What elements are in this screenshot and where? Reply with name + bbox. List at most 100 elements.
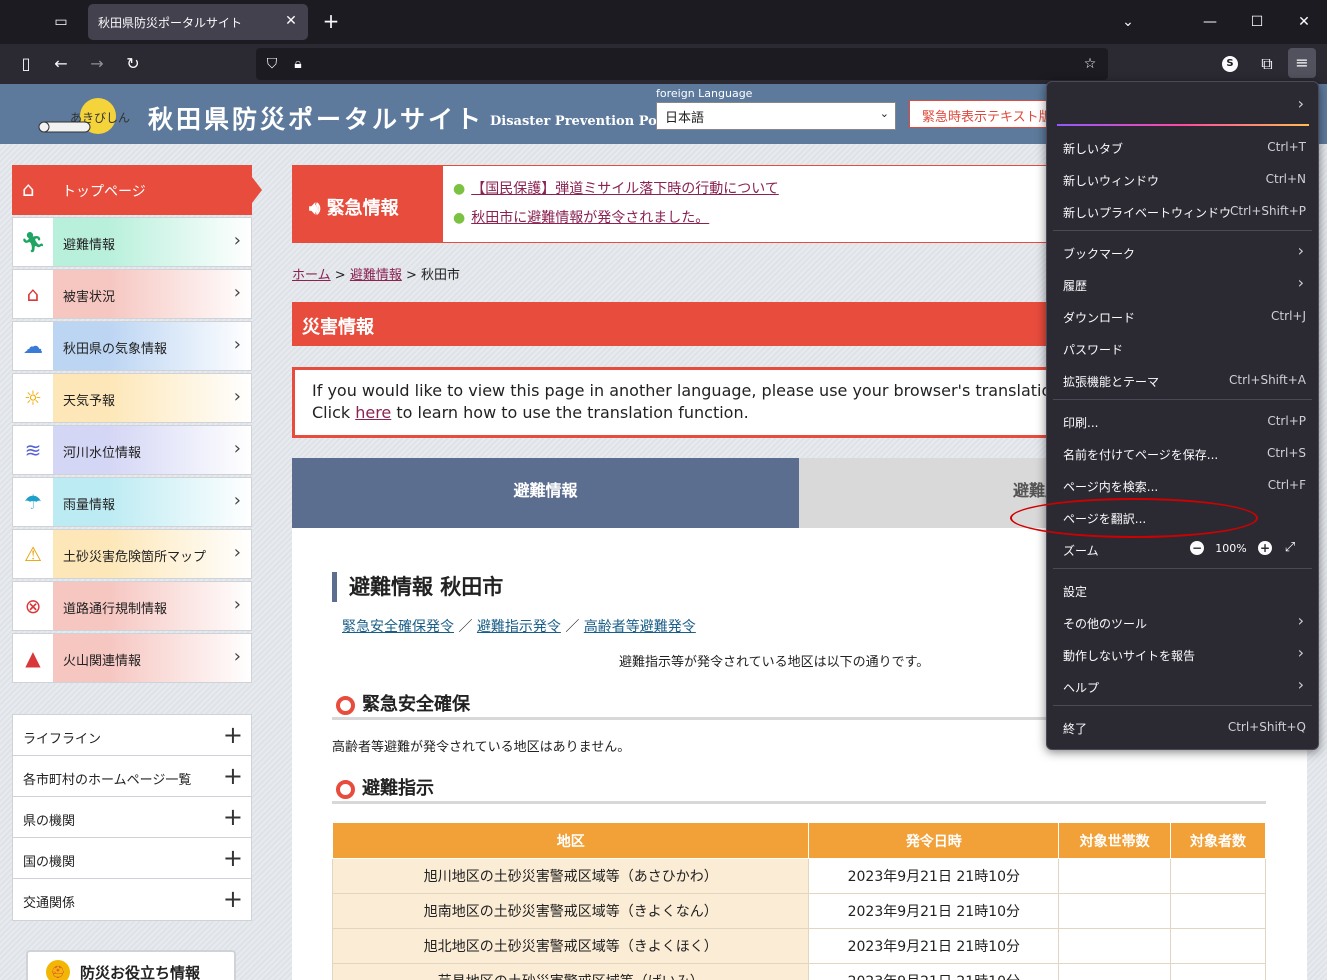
new-tab-icon[interactable]: + (320, 10, 342, 32)
menu-save-page[interactable]: 名前を付けてページを保存... Ctrl+S (1053, 438, 1312, 468)
language-select[interactable]: 日本語 ⌄ (656, 102, 896, 130)
useful-info-banner[interactable]: ⛑ 防災お役立ち情報 (26, 950, 236, 980)
chevron-right-icon: › (233, 594, 241, 615)
lock-icon[interactable]: 🔒︎ (288, 54, 308, 74)
menu-help[interactable]: ヘルプ › (1053, 671, 1312, 701)
sidebar-item-damage[interactable]: ⌂ 被害状況 › (12, 269, 252, 319)
menu-addons[interactable]: 拡張機能とテーマ Ctrl+Shift+A (1053, 365, 1312, 395)
menu-bookmarks[interactable]: ブックマーク › (1053, 237, 1312, 267)
sidebar-item-rainfall[interactable]: ☂ 雨量情報 › (12, 477, 252, 527)
reload-icon[interactable]: ↻ (121, 52, 145, 76)
shield-icon[interactable]: ⛉ (262, 54, 282, 74)
sidebar-item-landslide-map[interactable]: ⚠ 土砂災害危険箇所マップ › (12, 529, 252, 579)
anchor-elderly-evacuation[interactable]: 高齢者等避難発令 (584, 619, 696, 635)
zoom-out-button[interactable]: − (1190, 541, 1204, 555)
menu-print[interactable]: 印刷... Ctrl+P (1053, 406, 1312, 436)
foreign-language-label: foreign Language (656, 87, 753, 100)
emergency-text-button[interactable]: 緊急時表示テキスト版 (909, 100, 1059, 128)
menu-new-private-window[interactable]: 新しいプライベートウィンドウ Ctrl+Shift+P (1053, 196, 1312, 226)
sidebar-nav: ⌂ トップページ 🏃︎ 避難情報 › ⌂ 被害状況 › ☁ 秋田県の気象情報 ›… (12, 165, 262, 685)
fullscreen-icon[interactable]: ⤢ (1282, 540, 1298, 556)
menu-translate-page[interactable]: ページを翻訳... (1053, 502, 1312, 532)
sidebar-link-label: 国の機関 (23, 855, 76, 870)
extensions-icon[interactable]: ⧉ (1255, 52, 1279, 76)
menu-settings[interactable]: 設定 (1053, 575, 1312, 605)
account-avatar[interactable]: S (1222, 56, 1238, 72)
menu-item-shortcut: Ctrl+T (1267, 140, 1306, 154)
menu-item-label: 拡張機能とテーマ (1063, 375, 1160, 389)
alert-link-evacuation[interactable]: 秋田市に避難情報が発令されました。 (453, 207, 709, 227)
menu-item-shortcut: Ctrl+Shift+P (1230, 204, 1306, 218)
sidebar-link-municipal-sites[interactable]: 各市町村のホームページ一覧 + (13, 756, 251, 797)
menu-more-tools[interactable]: その他のツール › (1053, 607, 1312, 637)
plus-icon[interactable]: + (223, 885, 243, 913)
menu-item-label: 印刷... (1063, 416, 1099, 430)
tab-evacuation-info[interactable]: 避難情報 (292, 458, 799, 528)
sidebar-item-top[interactable]: ⌂ トップページ (12, 165, 262, 215)
chevron-right-icon: › (1297, 241, 1304, 260)
house-damage-icon: ⌂ (13, 270, 53, 318)
site-logo-icon[interactable]: あきびしん (36, 92, 136, 142)
cell-datetime: 2023年9月21日 21時10分 (808, 893, 1060, 929)
sidebar-link-lifeline[interactable]: ライフライン + (13, 715, 251, 756)
plus-icon[interactable]: + (223, 721, 243, 749)
sidebar-item-road-closures[interactable]: ⊗ 道路通行規制情報 › (12, 581, 252, 631)
bookmark-star-icon[interactable]: ☆ (1080, 54, 1100, 74)
menu-report-broken-site[interactable]: 動作しないサイトを報告 › (1053, 639, 1312, 669)
site-title[interactable]: 秋田県防災ポータルサイト (148, 100, 484, 136)
sidebar-link-label: ライフライン (23, 732, 102, 747)
zoom-level[interactable]: 100% (1204, 542, 1258, 555)
cell-area: 芸見地区の土砂災害警戒区域等（げいみ） (331, 963, 810, 980)
col-header-households: 対象世帯数 (1058, 822, 1172, 859)
sidebar-link-transport[interactable]: 交通関係 + (13, 879, 251, 920)
menu-quit[interactable]: 終了 Ctrl+Shift+Q (1053, 712, 1312, 742)
anchor-evacuation-order[interactable]: 避難指示発令 (477, 619, 561, 635)
breadcrumb-home[interactable]: ホーム (292, 268, 331, 283)
maximize-icon[interactable]: ☐ (1245, 10, 1269, 34)
forward-icon[interactable]: → (85, 52, 109, 76)
minimize-icon[interactable]: — (1198, 10, 1222, 34)
menu-new-window[interactable]: 新しいウィンドウ Ctrl+N (1053, 164, 1312, 194)
browser-tab[interactable]: 秋田県防災ポータルサイト ✕ (88, 4, 308, 40)
sidebar-item-forecast[interactable]: ☼ 天気予報 › (12, 373, 252, 423)
menu-account[interactable]: › (1053, 90, 1312, 120)
sidebar-item-label: 土砂災害危険箇所マップ (63, 550, 207, 565)
menu-item-label: ズーム (1063, 544, 1099, 558)
menu-downloads[interactable]: ダウンロード Ctrl+J (1053, 301, 1312, 331)
close-window-icon[interactable]: ✕ (1292, 10, 1316, 34)
chevron-right-icon: › (1297, 675, 1304, 694)
app-menu-icon[interactable]: ≡ (1288, 48, 1316, 78)
breadcrumb-evacuation[interactable]: 避難情報 (350, 268, 402, 283)
plus-icon[interactable]: + (223, 803, 243, 831)
sidebar-item-evacuation[interactable]: 🏃︎ 避難情報 › (12, 217, 252, 267)
sidebar-item-weather-info[interactable]: ☁ 秋田県の気象情報 › (12, 321, 252, 371)
plus-icon[interactable]: + (223, 844, 243, 872)
tab-list-icon[interactable]: ▭ (50, 11, 72, 33)
alert-link-missile[interactable]: 【国民保護】弾道ミサイル落下時の行動について (453, 178, 779, 198)
col-header-area: 地区 (331, 822, 810, 859)
col-header-datetime: 発令日時 (808, 822, 1060, 859)
back-icon[interactable]: ← (49, 52, 73, 76)
close-tab-icon[interactable]: ✕ (282, 12, 300, 30)
sidebar-link-label: 交通関係 (23, 896, 76, 911)
url-bar[interactable]: ⛉ 🔒︎ ☆ (256, 48, 1108, 80)
zoom-in-button[interactable]: + (1258, 541, 1272, 555)
sidebar-item-label: 河川水位情報 (63, 446, 142, 461)
sidebar-item-label: 雨量情報 (63, 498, 116, 513)
menu-new-tab[interactable]: 新しいタブ Ctrl+T (1053, 132, 1312, 162)
sidebar-item-volcano[interactable]: ▲ 火山関連情報 › (12, 633, 252, 683)
menu-passwords[interactable]: パスワード (1053, 333, 1312, 363)
sidebar-link-prefecture[interactable]: 県の機関 + (13, 797, 251, 838)
menu-find-in-page[interactable]: ページ内を検索... Ctrl+F (1053, 470, 1312, 500)
sidebar-item-river-level[interactable]: ≋ 河川水位情報 › (12, 425, 252, 475)
sidebar-toggle-icon[interactable]: ▯ (14, 52, 38, 76)
menu-history[interactable]: 履歴 › (1053, 269, 1312, 299)
cell-households (1058, 928, 1172, 964)
disaster-info-heading: 災害情報 (292, 302, 1112, 346)
anchor-emergency-safety[interactable]: 緊急安全確保発令 (342, 619, 454, 635)
sidebar-link-national[interactable]: 国の機関 + (13, 838, 251, 879)
translation-help-link[interactable]: here (355, 403, 391, 422)
menu-item-label: ヘルプ (1063, 681, 1100, 695)
plus-icon[interactable]: + (223, 762, 243, 790)
tab-overflow-icon[interactable]: ⌄ (1116, 10, 1140, 34)
